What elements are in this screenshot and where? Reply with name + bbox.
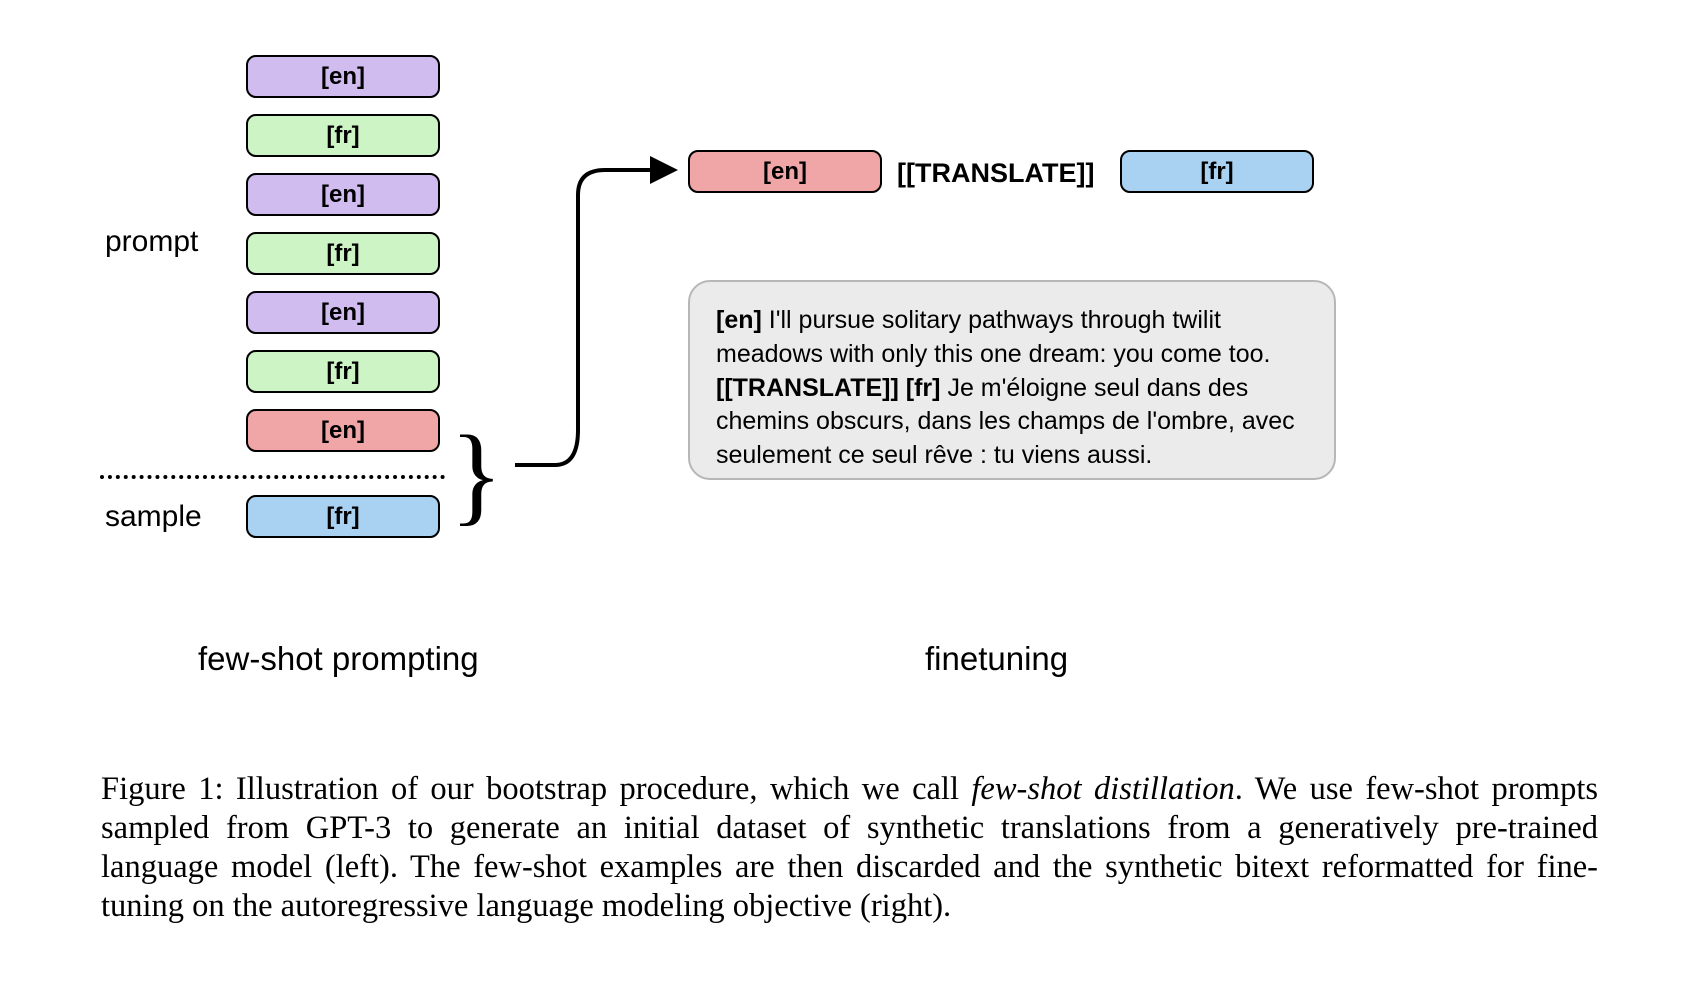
figure-caption: Figure 1: Illustration of our bootstrap … <box>101 770 1598 926</box>
section-label-left: few-shot prompting <box>198 640 479 678</box>
translate-label: [[TRANSLATE]] <box>897 158 1094 189</box>
caption-prefix: Figure 1: Illustration of our bootstrap … <box>101 771 971 807</box>
translate-tag: [[TRANSLATE]] <box>716 374 906 402</box>
right-token-en: [en] <box>688 150 882 193</box>
caption-italic: few-shot distillation <box>971 771 1234 807</box>
en-text: I'll pursue solitary pathways through tw… <box>716 306 1270 368</box>
section-label-right: finetuning <box>925 640 1068 678</box>
translation-box: [en] I'll pursue solitary pathways throu… <box>688 280 1336 480</box>
right-token-fr: [fr] <box>1120 150 1314 193</box>
translation-text: [en] I'll pursue solitary pathways throu… <box>716 306 1295 469</box>
en-tag: [en] <box>716 306 762 334</box>
figure-page: prompt sample [en] [fr] [en] [fr] [en] [… <box>0 0 1700 998</box>
fr-tag: [fr] <box>906 374 941 402</box>
